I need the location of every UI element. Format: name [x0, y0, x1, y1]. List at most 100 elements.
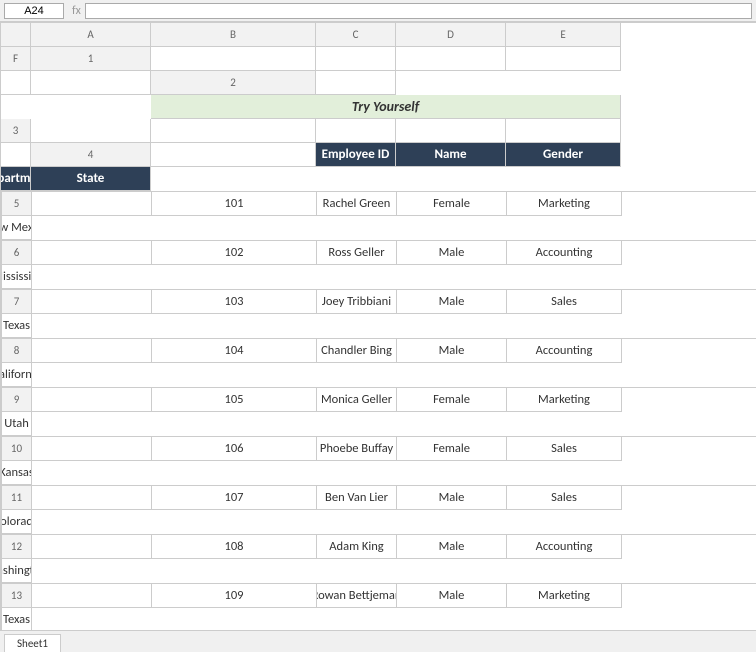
- row-header-3: 3: [1, 119, 31, 143]
- cell-dept-5[interactable]: Marketing: [507, 192, 622, 216]
- cell-id-6[interactable]: 102: [152, 241, 317, 265]
- name-box[interactable]: [4, 3, 64, 19]
- cell-gender-7[interactable]: Male: [397, 290, 507, 314]
- header-name: Name: [396, 143, 506, 167]
- cell-id-7[interactable]: 103: [152, 290, 317, 314]
- title-cell: Try Yourself: [151, 95, 621, 119]
- cell-state-11[interactable]: Colorado: [2, 510, 32, 534]
- cell-a4[interactable]: [151, 143, 316, 167]
- cell-id-9[interactable]: 105: [152, 388, 317, 412]
- cell-name-10[interactable]: Phoebe Buffay: [317, 437, 397, 461]
- cell-a6[interactable]: [32, 241, 152, 265]
- cell-state-7[interactable]: Texas: [2, 314, 32, 338]
- table-row: 6 102 Ross Geller Male Accounting Missis…: [1, 240, 756, 289]
- cell-f3[interactable]: [1, 143, 31, 167]
- cell-gender-5[interactable]: Female: [397, 192, 507, 216]
- cell-dept-10[interactable]: Sales: [507, 437, 622, 461]
- cell-id-10[interactable]: 106: [152, 437, 317, 461]
- cell-b1[interactable]: [316, 47, 396, 71]
- ribbon: fx: [0, 0, 756, 22]
- cell-c1[interactable]: [396, 47, 506, 71]
- cell-a8[interactable]: [32, 339, 152, 363]
- cell-e3[interactable]: [506, 119, 621, 143]
- data-rows: 5 101 Rachel Green Female Marketing New …: [0, 191, 756, 630]
- row-header-12: 12: [2, 535, 32, 559]
- cell-a3[interactable]: [31, 119, 151, 143]
- cell-d3[interactable]: [396, 119, 506, 143]
- row-header-4: 4: [31, 143, 151, 167]
- cell-name-11[interactable]: Ben Van Lier: [317, 486, 397, 510]
- row-header-7: 7: [2, 290, 32, 314]
- spreadsheet-grid: A B C D E F 1 2 Try Yourself 3: [0, 22, 756, 191]
- cell-id-5[interactable]: 101: [152, 192, 317, 216]
- cell-name-8[interactable]: Chandler Bing: [317, 339, 397, 363]
- cell-gender-10[interactable]: Female: [397, 437, 507, 461]
- table-row: 10 106 Phoebe Buffay Female Sales Kansas: [1, 436, 756, 485]
- col-header-a: A: [31, 23, 151, 47]
- cell-d1[interactable]: [506, 47, 621, 71]
- cell-dept-9[interactable]: Marketing: [507, 388, 622, 412]
- cell-a1[interactable]: [151, 47, 316, 71]
- cell-state-12[interactable]: Washington: [2, 559, 32, 583]
- cell-name-5[interactable]: Rachel Green: [317, 192, 397, 216]
- row-header-11: 11: [2, 486, 32, 510]
- corner-cell: [1, 23, 31, 47]
- cell-id-13[interactable]: 109: [152, 584, 317, 608]
- cell-id-8[interactable]: 104: [152, 339, 317, 363]
- cell-state-9[interactable]: Utah: [2, 412, 32, 436]
- grid-wrapper: A B C D E F 1 2 Try Yourself 3: [0, 22, 756, 630]
- header-gender: Gender: [506, 143, 621, 167]
- cell-gender-13[interactable]: Male: [397, 584, 507, 608]
- cell-gender-11[interactable]: Male: [397, 486, 507, 510]
- cell-name-9[interactable]: Monica Geller: [317, 388, 397, 412]
- cell-a11[interactable]: [32, 486, 152, 510]
- row-header-6: 6: [2, 241, 32, 265]
- col-header-e: E: [506, 23, 621, 47]
- cell-gender-8[interactable]: Male: [397, 339, 507, 363]
- cell-dept-7[interactable]: Sales: [507, 290, 622, 314]
- cell-gender-9[interactable]: Female: [397, 388, 507, 412]
- row-header-9: 9: [2, 388, 32, 412]
- cell-name-7[interactable]: Joey Tribbiani: [317, 290, 397, 314]
- cell-dept-11[interactable]: Sales: [507, 486, 622, 510]
- header-employee-id: Employee ID: [316, 143, 396, 167]
- cell-state-6[interactable]: Mississipi: [2, 265, 32, 289]
- cell-a9[interactable]: [32, 388, 152, 412]
- cell-gender-12[interactable]: Male: [397, 535, 507, 559]
- sheet-tab-1[interactable]: Sheet1: [4, 634, 61, 652]
- cell-name-12[interactable]: Adam King: [317, 535, 397, 559]
- cell-dept-6[interactable]: Accounting: [507, 241, 622, 265]
- table-row: 5 101 Rachel Green Female Marketing New …: [1, 191, 756, 240]
- cell-a2[interactable]: [316, 71, 396, 95]
- cell-a5[interactable]: [32, 192, 152, 216]
- cell-id-12[interactable]: 108: [152, 535, 317, 559]
- cell-name-6[interactable]: Ross Geller: [317, 241, 397, 265]
- row-header-13: 13: [2, 584, 32, 608]
- cell-a13[interactable]: [32, 584, 152, 608]
- cell-name-13[interactable]: Rowan Bettjeman: [317, 584, 397, 608]
- row-header-8: 8: [2, 339, 32, 363]
- cell-c3[interactable]: [316, 119, 396, 143]
- cell-state-13[interactable]: Texas: [2, 608, 32, 630]
- cell-state-5[interactable]: New Mexico: [2, 216, 32, 240]
- cell-a10[interactable]: [32, 437, 152, 461]
- cell-state-10[interactable]: Kansas: [2, 461, 32, 485]
- formula-bar[interactable]: [85, 3, 752, 19]
- table-row: 7 103 Joey Tribbiani Male Sales Texas: [1, 289, 756, 338]
- cell-a7[interactable]: [32, 290, 152, 314]
- cell-e1[interactable]: [1, 71, 31, 95]
- header-state: State: [31, 167, 151, 191]
- col-header-c: C: [316, 23, 396, 47]
- cell-state-8[interactable]: California: [2, 363, 32, 387]
- cell-gender-6[interactable]: Male: [397, 241, 507, 265]
- cell-f1[interactable]: [31, 71, 151, 95]
- cell-id-11[interactable]: 107: [152, 486, 317, 510]
- cell-a12[interactable]: [32, 535, 152, 559]
- cell-dept-13[interactable]: Marketing: [507, 584, 622, 608]
- cell-dept-8[interactable]: Accounting: [507, 339, 622, 363]
- cell-dept-12[interactable]: Accounting: [507, 535, 622, 559]
- spreadsheet: fx A B C D E F 1 2 Try Yourself: [0, 0, 756, 652]
- cell-b3[interactable]: [151, 119, 316, 143]
- table-row: 9 105 Monica Geller Female Marketing Uta…: [1, 387, 756, 436]
- table-row: 12 108 Adam King Male Accounting Washing…: [1, 534, 756, 583]
